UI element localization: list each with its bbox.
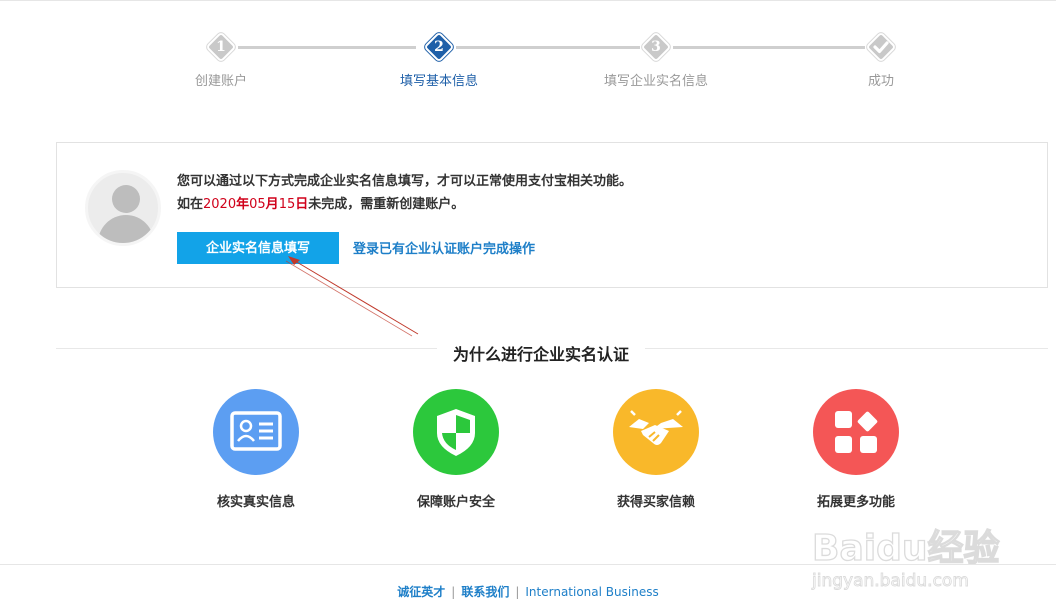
- footer-separator: |: [515, 585, 520, 599]
- deadline-text: 如在2020年05月15日未完成，需重新创建账户。: [177, 193, 464, 212]
- step-badge: [864, 30, 898, 64]
- feature-account-security: 保障账户安全: [386, 389, 526, 510]
- step-label: 创建账户: [194, 74, 247, 89]
- step-label: 填写企业实名信息: [603, 74, 708, 89]
- feature-label: 保障账户安全: [416, 495, 495, 510]
- feature-more-functions: 拓展更多功能: [786, 389, 926, 510]
- progress-stepper: 1 创建账户 2 填写基本信息 3 填写企业实名信息 成功: [0, 30, 1056, 90]
- step-create-account: 1 创建账户: [141, 30, 301, 89]
- deadline-day: 15: [278, 197, 296, 212]
- deadline-year: 2020: [203, 197, 237, 212]
- step-label: 填写基本信息: [399, 74, 478, 89]
- avatar: [85, 170, 161, 246]
- shield-icon: [413, 389, 499, 475]
- deadline-prefix: 如在: [177, 197, 204, 212]
- footer-contact-link[interactable]: 联系我们: [461, 585, 509, 599]
- step-label: 成功: [867, 74, 894, 89]
- notice-panel: 您可以通过以下方式完成企业实名信息填写，才可以正常使用支付宝相关功能。 如在20…: [56, 142, 1048, 288]
- deadline-date: 2020年05月15日: [203, 197, 308, 212]
- step-number: 3: [651, 39, 661, 55]
- step-success: 成功: [801, 30, 961, 89]
- footer-careers-link[interactable]: 诚征英才: [397, 585, 445, 599]
- id-card-icon: [213, 389, 299, 475]
- feature-label: 拓展更多功能: [816, 495, 895, 510]
- feature-verify-info: 核实真实信息: [186, 389, 326, 510]
- month-suffix: 月: [265, 197, 279, 212]
- step-badge: 2: [422, 30, 456, 64]
- handshake-icon: [613, 389, 699, 475]
- day-suffix: 日: [295, 197, 309, 212]
- footer-divider: [0, 564, 1056, 565]
- deadline-suffix: 未完成，需重新创建账户。: [308, 197, 465, 212]
- svg-text:Baidu经验: Baidu经验: [812, 528, 999, 569]
- check-icon: [873, 41, 889, 54]
- top-border: [0, 0, 1056, 1]
- year-suffix: 年: [236, 197, 250, 212]
- notice-text: 您可以通过以下方式完成企业实名信息填写，才可以正常使用支付宝相关功能。: [177, 174, 633, 189]
- footer-separator: |: [451, 585, 456, 599]
- login-existing-account-link[interactable]: 登录已有企业认证账户完成操作: [353, 238, 535, 257]
- feature-label: 获得买家信赖: [616, 495, 695, 510]
- footer-links: 诚征英才 | 联系我们 | International Business: [0, 583, 1056, 600]
- enterprise-info-button[interactable]: 企业实名信息填写: [177, 232, 339, 264]
- apps-icon: [813, 389, 899, 475]
- step-badge: 1: [204, 30, 238, 64]
- step-badge: 3: [639, 30, 673, 64]
- feature-label: 核实真实信息: [216, 495, 295, 510]
- step-number: 1: [216, 39, 226, 55]
- section-title: 为什么进行企业实名认证: [437, 341, 646, 365]
- footer-international-link[interactable]: International Business: [525, 585, 658, 599]
- step-number: 2: [434, 39, 444, 55]
- feature-buyer-trust: 获得买家信赖: [586, 389, 726, 510]
- step-basic-info: 2 填写基本信息: [359, 30, 519, 89]
- deadline-month: 05: [249, 197, 266, 212]
- step-enterprise-info: 3 填写企业实名信息: [576, 30, 736, 89]
